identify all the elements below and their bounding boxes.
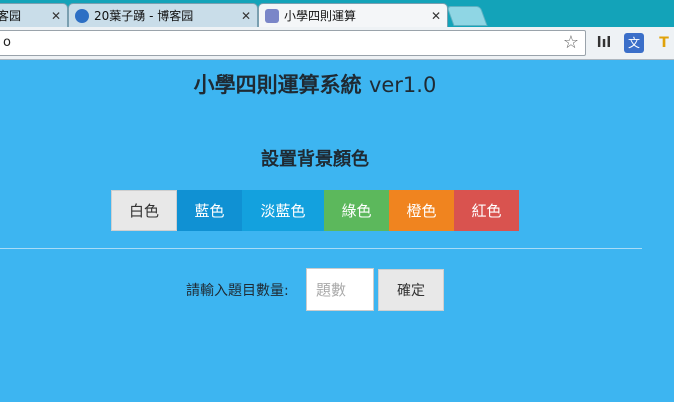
tab-strip: 客园 ✕ 20葉子踴 - 博客园 ✕ 小學四則運算 ✕ <box>0 0 674 27</box>
red-color-button[interactable]: 紅色 <box>454 190 519 231</box>
tab-title: 20葉子踴 - 博客园 <box>94 9 194 23</box>
orange-color-button[interactable]: 橙色 <box>389 190 454 231</box>
tab-title: 小學四則運算 <box>284 9 357 23</box>
question-count-label: 請輸入題目數量: <box>186 283 289 299</box>
white-color-button[interactable]: 白色 <box>111 190 177 231</box>
light-blue-color-button[interactable]: 淡藍色 <box>242 190 324 231</box>
browser-tab-3-active[interactable]: 小學四則運算 ✕ <box>258 3 448 27</box>
close-icon[interactable]: ✕ <box>241 9 251 23</box>
bg-color-button-group: 白色 藍色 淡藍色 綠色 橙色 紅色 <box>111 190 519 231</box>
blue-color-button[interactable]: 藍色 <box>177 190 242 231</box>
extension-icon[interactable]: T <box>654 33 674 53</box>
address-text: o <box>3 35 11 50</box>
tab-title: 客园 <box>0 9 22 23</box>
title-text: 小學四則運算系統 <box>193 73 362 97</box>
page-content: 小學四則運算系統 ver1.0 設置背景顏色 白色 藍色 淡藍色 綠色 橙色 紅… <box>0 61 674 402</box>
favicon-icon <box>75 8 89 23</box>
favicon-icon <box>265 8 279 23</box>
translate-extension-icon[interactable]: 文 <box>624 33 644 53</box>
new-tab-button[interactable] <box>446 6 488 26</box>
bg-color-section-title: 設置背景顏色 <box>261 149 369 170</box>
version-text: ver1.0 <box>368 73 437 97</box>
browser-tab-2[interactable]: 20葉子踴 - 博客园 ✕ <box>68 3 258 27</box>
bookmark-star-icon[interactable]: ☆ <box>563 32 579 54</box>
browser-toolbar: o ☆ lıl 文 T <box>0 27 674 60</box>
question-count-form: 請輸入題目數量: 確定 <box>0 268 674 311</box>
close-icon[interactable]: ✕ <box>431 9 441 23</box>
close-icon[interactable]: ✕ <box>51 9 61 23</box>
stats-extension-icon[interactable]: lıl <box>594 33 614 53</box>
green-color-button[interactable]: 綠色 <box>324 190 389 231</box>
divider <box>0 248 642 249</box>
browser-tab-1[interactable]: 客园 ✕ <box>0 3 68 27</box>
confirm-button[interactable]: 確定 <box>378 269 444 311</box>
question-count-input[interactable] <box>306 268 374 311</box>
address-bar[interactable]: o ☆ <box>0 30 586 56</box>
page-title: 小學四則運算系統 ver1.0 <box>0 69 630 99</box>
